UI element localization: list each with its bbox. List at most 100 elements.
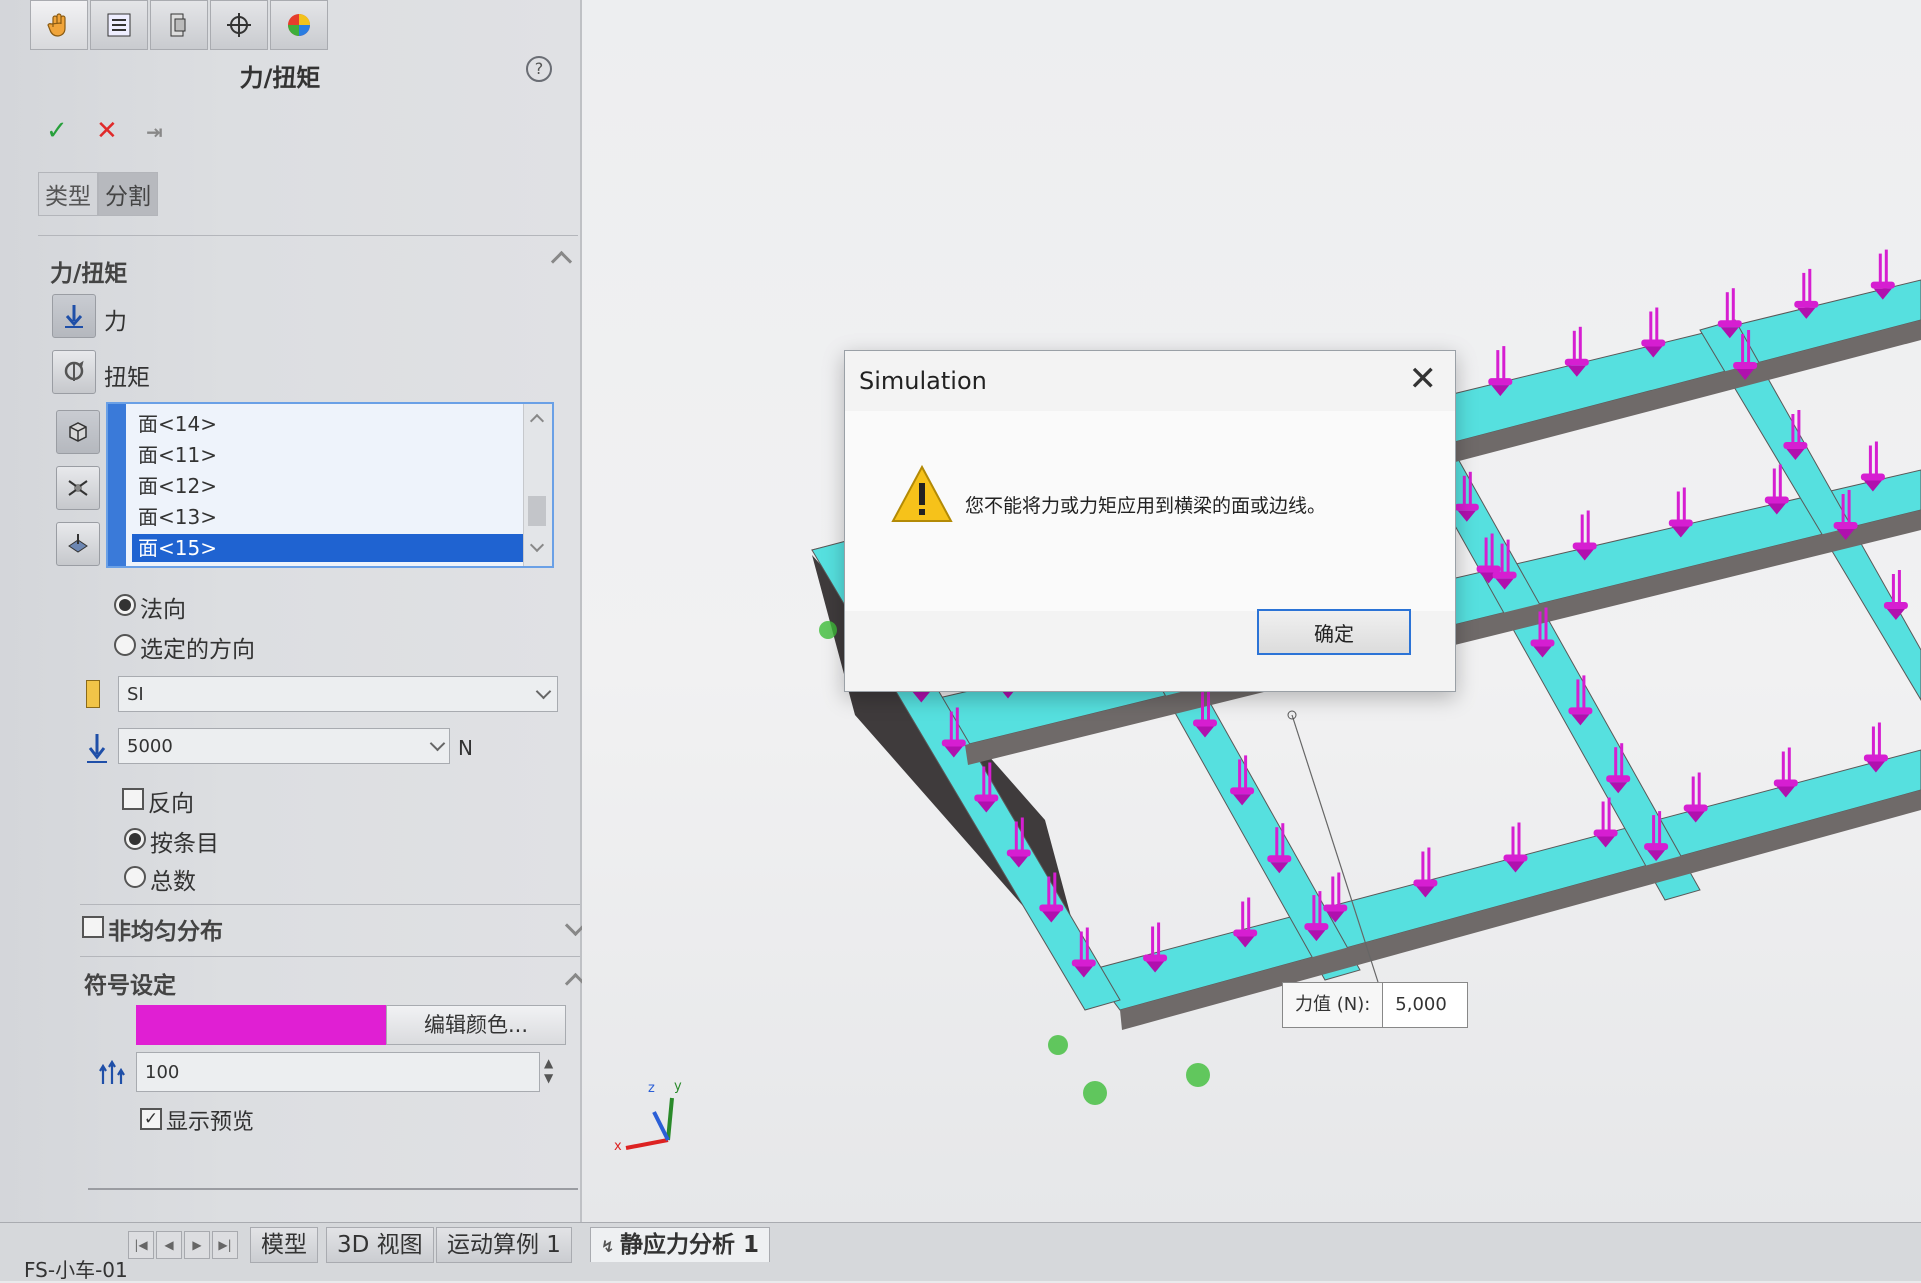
normal-direction-radio[interactable] <box>114 594 136 616</box>
total-radio[interactable] <box>124 866 146 888</box>
manager-tabs <box>30 0 330 52</box>
dialog-title: Simulation <box>859 367 987 395</box>
last-tab-icon[interactable]: ▶| <box>212 1231 238 1259</box>
scroll-up-icon[interactable] <box>529 413 545 429</box>
tab-motion-study[interactable]: 运动算例 1 <box>436 1227 572 1263</box>
list-item-face[interactable]: 面<13> <box>132 503 528 531</box>
face-filter-button[interactable] <box>56 410 100 454</box>
list-icon <box>107 13 131 37</box>
dialog-message: 您不能将力或力矩应用到横梁的面或边线。 <box>965 495 1327 517</box>
per-item-label: 按条目 <box>150 831 219 857</box>
prev-tab-icon[interactable]: ◀ <box>156 1231 182 1259</box>
cancel-x-icon[interactable]: ✕ <box>96 116 118 146</box>
ok-button[interactable]: 确定 <box>1257 609 1411 655</box>
list-item-face[interactable]: 面<12> <box>132 472 528 500</box>
tab-type[interactable]: 类型 <box>38 172 98 216</box>
symbol-settings-title: 符号设定 <box>84 973 176 999</box>
config-icon <box>170 13 186 37</box>
show-preview-checkbox[interactable]: ✓ <box>140 1108 162 1130</box>
list-item-face-selected[interactable]: 面<15> <box>132 534 528 562</box>
per-item-radio[interactable] <box>124 828 146 850</box>
triad-y-label: y <box>674 1079 682 1094</box>
unit-system-select[interactable]: SI <box>118 676 558 712</box>
list-item-face[interactable]: 面<11> <box>132 441 528 469</box>
warning-icon <box>891 465 953 522</box>
symbol-size-spinner[interactable]: ▲ ▼ <box>544 1056 553 1086</box>
scroll-down-icon[interactable] <box>529 537 545 553</box>
total-label: 总数 <box>150 869 196 895</box>
property-manager: 力/扭矩 ? ✓ ✕ ⇥ 类型 分割 力/扭矩 力 扭矩 面<14> 面<11>… <box>0 0 587 1230</box>
property-manager-tab[interactable] <box>90 0 148 50</box>
nonuniform-checkbox[interactable] <box>82 916 104 938</box>
divider <box>80 956 580 957</box>
symbol-size-icon <box>99 1059 125 1084</box>
beam-filter-button[interactable] <box>56 466 100 510</box>
configuration-tab[interactable] <box>150 0 208 50</box>
list-focus-strip <box>108 404 126 566</box>
torque-label: 扭矩 <box>104 365 150 391</box>
selected-direction-label: 选定的方向 <box>140 637 255 663</box>
axis-triad <box>625 1097 674 1150</box>
symbol-color-swatch <box>136 1005 386 1045</box>
panel-title: 力/扭矩 <box>239 64 321 92</box>
force-value-icon <box>87 734 107 763</box>
hand-icon <box>47 13 66 37</box>
force-button[interactable] <box>52 294 96 338</box>
force-label: 力 <box>104 309 127 335</box>
plane-icon <box>68 534 88 553</box>
callout-label: 力值 (N): <box>1283 983 1384 1027</box>
tab-model[interactable]: 模型 <box>250 1227 318 1263</box>
force-value-callout[interactable]: 力值 (N): 5,000 <box>1282 982 1469 1028</box>
ok-check-icon[interactable]: ✓ <box>46 116 68 146</box>
collapse-chevron-icon[interactable] <box>550 250 573 273</box>
vertex-filter-button[interactable] <box>56 522 100 566</box>
cube-face-icon <box>69 422 87 442</box>
divider <box>38 235 578 236</box>
force-unit-label: N <box>458 736 473 760</box>
tab-static-study[interactable]: ↯ 静应力分析 1 <box>590 1227 770 1262</box>
first-tab-icon[interactable]: |◀ <box>128 1231 154 1259</box>
unit-ruler-icon <box>86 680 100 708</box>
torque-button[interactable] <box>52 350 96 394</box>
scroll-thumb[interactable] <box>528 496 546 526</box>
list-scrollbar[interactable] <box>523 404 552 566</box>
torque-icon <box>64 360 84 381</box>
normal-direction-label: 法向 <box>140 597 186 623</box>
tab-split[interactable]: 分割 <box>98 172 158 216</box>
selected-direction-radio[interactable] <box>114 634 136 656</box>
edit-color-button[interactable]: 编辑颜色... <box>386 1005 566 1045</box>
list-item-face[interactable]: 面<14> <box>132 410 528 438</box>
triad-x-label: x <box>614 1139 622 1154</box>
show-preview-label: 显示预览 <box>166 1110 255 1135</box>
next-tab-icon[interactable]: ▶ <box>184 1231 210 1259</box>
type-split-tabs: 类型 分割 <box>38 172 158 216</box>
reverse-checkbox[interactable] <box>122 788 144 810</box>
callout-value[interactable]: 5,000 <box>1383 983 1468 1027</box>
force-value-input[interactable]: 5000 <box>118 728 450 764</box>
reverse-label: 反向 <box>148 791 194 817</box>
symbol-size-input[interactable]: 100 <box>136 1052 540 1092</box>
pin-icon[interactable]: ⇥ <box>146 120 163 144</box>
divider <box>88 1188 578 1190</box>
tab-static-study-label: 静应力分析 1 <box>619 1232 759 1258</box>
bottom-tab-bar: |◀ ◀ ▶ ▶| 模型 3D 视图 运动算例 1 ↯ 静应力分析 1 <box>0 1222 1921 1281</box>
document-name: FS-小车-01 <box>24 1258 128 1282</box>
crosshair-icon <box>227 13 251 37</box>
display-manager-tab[interactable] <box>270 0 328 50</box>
appearance-icon <box>288 14 310 36</box>
triad-z-label: z <box>648 1081 655 1096</box>
study-icon: ↯ <box>601 1237 620 1256</box>
divider <box>80 904 580 905</box>
beam-joint-icon <box>68 480 88 496</box>
tab-3d-view[interactable]: 3D 视图 <box>326 1227 434 1263</box>
dialog-body: 您不能将力或力矩应用到横梁的面或边线。 <box>845 411 1455 611</box>
nonuniform-distribution-label: 非均匀分布 <box>108 919 223 945</box>
section-force-torque-title: 力/扭矩 <box>50 261 128 287</box>
dimxpert-tab[interactable] <box>210 0 268 50</box>
selected-faces-list[interactable]: 面<14> 面<11> 面<12> 面<13> 面<15> <box>106 402 554 568</box>
force-arrow-icon <box>65 305 83 328</box>
simulation-message-dialog: Simulation ✕ 您不能将力或力矩应用到横梁的面或边线。 确定 <box>844 350 1456 692</box>
close-icon[interactable]: ✕ <box>1409 359 1438 399</box>
feature-manager-tab[interactable] <box>30 0 88 50</box>
help-icon[interactable]: ? <box>526 56 552 82</box>
